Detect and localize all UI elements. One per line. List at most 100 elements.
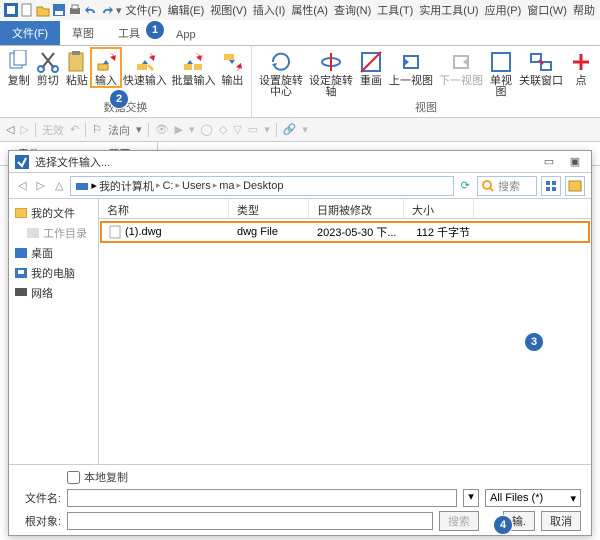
file-list[interactable]: (1).dwg dwg File 2023-05-30 下... 112 千字节… bbox=[99, 219, 591, 464]
ts-diamond-icon: ◇ bbox=[219, 123, 227, 136]
import-button[interactable]: 输入 bbox=[91, 48, 120, 87]
ribbon-tab-bar: 文件(F) 草图 工具 1 App bbox=[0, 20, 600, 46]
file-row[interactable]: (1).dwg dwg File 2023-05-30 下... 112 千字节 bbox=[101, 222, 589, 242]
single-view-button[interactable]: 单视图 bbox=[486, 48, 516, 98]
redraw-button[interactable]: 重画 bbox=[356, 48, 386, 87]
undo-icon[interactable] bbox=[84, 3, 98, 17]
menu-view[interactable]: 视图(V) bbox=[210, 2, 247, 18]
filename-dropdown-icon[interactable]: ▾ bbox=[463, 489, 479, 507]
menu-file[interactable]: 文件(F) bbox=[126, 2, 162, 18]
root-input[interactable] bbox=[67, 512, 433, 530]
file-icon bbox=[109, 225, 121, 239]
menu-query[interactable]: 查询(N) bbox=[334, 2, 371, 18]
nav-fwd-icon[interactable]: ▷ bbox=[33, 179, 47, 192]
menu-util[interactable]: 实用工具(U) bbox=[419, 2, 478, 18]
file-filter-select[interactable]: All Files (*)▾ bbox=[485, 489, 581, 507]
crumb-mypc[interactable]: 我的计算机▸ bbox=[99, 178, 161, 194]
menu-tools[interactable]: 工具(T) bbox=[377, 2, 413, 18]
ribbon-group-view: 设置旋转中心 设定旋转轴 重画 上一视图 下一视图 单视图 关联窗口 点 视图 bbox=[252, 46, 600, 117]
group-label-view: 视图 bbox=[256, 98, 596, 117]
view-preview-button[interactable] bbox=[565, 176, 585, 196]
top-menu-bar: ▾ 文件(F) 编辑(E) 视图(V) 插入(I) 属性(A) 查询(N) 工具… bbox=[0, 0, 600, 20]
file-open-dialog: 选择文件输入... ▭ ▣ ◁ ▷ △ ▸ 我的计算机▸ C:▸ Users▸ … bbox=[8, 150, 592, 536]
paste-button[interactable]: 粘贴 bbox=[62, 48, 91, 87]
col-type[interactable]: 类型 bbox=[229, 199, 309, 218]
dialog-restore-icon[interactable]: ▭ bbox=[539, 155, 559, 168]
callout-4: 4 bbox=[494, 516, 512, 534]
cut-button[interactable]: 剪切 bbox=[33, 48, 62, 87]
dialog-icon bbox=[15, 155, 29, 169]
menu-items: 文件(F) 编辑(E) 视图(V) 插入(I) 属性(A) 查询(N) 工具(T… bbox=[126, 2, 595, 18]
side-workdir[interactable]: 工作目录 bbox=[13, 223, 94, 243]
ts-undo-icon: ↶ bbox=[70, 123, 79, 136]
cancel-button[interactable]: 取消 bbox=[541, 511, 581, 531]
dialog-nav-bar: ◁ ▷ △ ▸ 我的计算机▸ C:▸ Users▸ ma▸ Desktop ⟳ … bbox=[9, 173, 591, 199]
ts-prev-icon[interactable]: ◁ bbox=[6, 123, 14, 136]
nav-up-icon[interactable]: △ bbox=[52, 179, 66, 192]
save-icon[interactable] bbox=[52, 3, 66, 17]
menu-window[interactable]: 窗口(W) bbox=[527, 2, 567, 18]
root-label: 根对象: bbox=[19, 513, 61, 529]
col-name[interactable]: 名称 bbox=[99, 199, 229, 218]
quick-import-button[interactable]: 快速输入 bbox=[121, 48, 170, 87]
side-mypc[interactable]: 我的电脑 bbox=[13, 263, 94, 283]
local-copy-label: 本地复制 bbox=[84, 469, 128, 485]
tab-tools[interactable]: 工具 bbox=[106, 21, 152, 45]
side-network[interactable]: 网络 bbox=[13, 283, 94, 303]
crumb-desktop[interactable]: Desktop bbox=[243, 180, 283, 192]
col-date[interactable]: 日期被修改 bbox=[309, 199, 404, 218]
dialog-body: 我的文件 工作目录 桌面 我的电脑 网络 名称 类型 日期被修改 大小 (1).… bbox=[9, 199, 591, 465]
col-size[interactable]: 大小 bbox=[404, 199, 474, 218]
qat-dropdown-icon[interactable]: ▾ bbox=[116, 4, 122, 17]
filename-label: 文件名: bbox=[19, 490, 61, 506]
tab-sketch[interactable]: 草图 bbox=[60, 21, 106, 45]
rotation-center-button[interactable]: 设置旋转中心 bbox=[256, 48, 306, 98]
dialog-close-icon[interactable]: ▣ bbox=[565, 155, 585, 168]
export-button[interactable]: 输出 bbox=[218, 48, 247, 87]
local-copy-checkbox[interactable] bbox=[67, 471, 80, 484]
ts-sel-icon: ▭ bbox=[248, 123, 258, 136]
menu-insert[interactable]: 插入(I) bbox=[253, 2, 285, 18]
breadcrumb[interactable]: ▸ 我的计算机▸ C:▸ Users▸ ma▸ Desktop bbox=[70, 176, 453, 196]
quick-access-toolbar: ▾ bbox=[4, 3, 122, 17]
drive-icon bbox=[75, 179, 89, 193]
nav-refresh-icon[interactable]: ⟳ bbox=[458, 179, 473, 192]
menu-attr[interactable]: 属性(A) bbox=[291, 2, 328, 18]
point-button[interactable]: 点 bbox=[566, 48, 596, 87]
menu-help[interactable]: 帮助 bbox=[573, 2, 595, 18]
crumb-users[interactable]: Users▸ bbox=[182, 180, 217, 192]
menu-edit[interactable]: 编辑(E) bbox=[168, 2, 205, 18]
ts-axis-dropdown[interactable]: ▾ bbox=[136, 123, 142, 136]
filename-input[interactable] bbox=[67, 489, 457, 507]
ts-link-icon: 🔗 bbox=[283, 123, 297, 136]
tab-app[interactable]: App bbox=[164, 25, 208, 45]
ts-tri-icon: ▽ bbox=[233, 123, 241, 136]
ts-play-icon: ▶ bbox=[175, 123, 183, 136]
copy-button[interactable]: 复制 bbox=[4, 48, 33, 87]
search-button[interactable]: 搜索 bbox=[439, 511, 479, 531]
nav-search-box[interactable]: 搜索 bbox=[477, 176, 537, 196]
redo-icon[interactable] bbox=[100, 3, 114, 17]
side-myfiles[interactable]: 我的文件 bbox=[13, 203, 94, 223]
ribbon-group-exchange: 复制 剪切 粘贴 输入 快速输入 批量输入 输出 数据交换 bbox=[0, 46, 252, 117]
print-icon[interactable] bbox=[68, 3, 82, 17]
rotation-axis-button[interactable]: 设定旋转轴 bbox=[306, 48, 356, 98]
ts-axis-label: 法向 bbox=[108, 122, 130, 138]
batch-import-button[interactable]: 批量输入 bbox=[169, 48, 218, 87]
prev-view-button[interactable]: 上一视图 bbox=[386, 48, 436, 87]
crumb-c[interactable]: C:▸ bbox=[162, 180, 180, 192]
dialog-footer: 本地复制 文件名: ▾ All Files (*)▾ 根对象: 搜索 输. 取消… bbox=[9, 465, 591, 535]
callout-2: 2 bbox=[110, 90, 128, 108]
app-icon bbox=[4, 3, 18, 17]
crumb-ma[interactable]: ma▸ bbox=[219, 180, 241, 192]
side-desktop[interactable]: 桌面 bbox=[13, 243, 94, 263]
tab-file[interactable]: 文件(F) bbox=[0, 21, 60, 45]
menu-app[interactable]: 应用(P) bbox=[485, 2, 522, 18]
nav-back-icon[interactable]: ◁ bbox=[15, 179, 29, 192]
new-icon[interactable] bbox=[20, 3, 34, 17]
next-view-button: 下一视图 bbox=[436, 48, 486, 87]
link-window-button[interactable]: 关联窗口 bbox=[516, 48, 566, 87]
open-icon[interactable] bbox=[36, 3, 50, 17]
view-list-button[interactable] bbox=[541, 176, 561, 196]
ts-flag-icon[interactable]: ⚐ bbox=[92, 123, 102, 136]
